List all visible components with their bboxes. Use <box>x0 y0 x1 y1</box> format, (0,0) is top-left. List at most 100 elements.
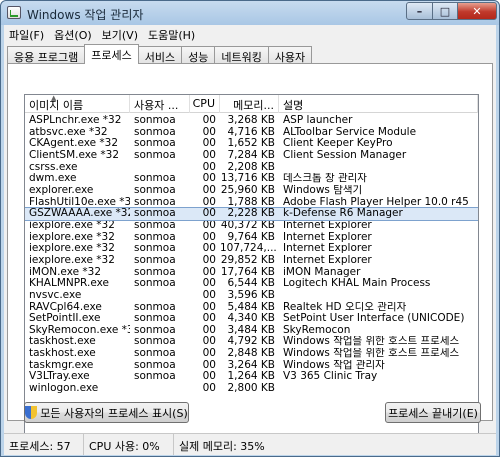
process-row[interactable]: nvsvc.exe 00 3,596 KB <box>25 290 478 302</box>
process-list-header: 이미지 이름 ▲ 사용자 ... CPU 메모리... 설명 <box>25 95 478 113</box>
process-description: Logitech KHAL Main Process <box>283 278 431 290</box>
process-description: SkyRemocon <box>283 324 351 336</box>
process-cpu: 00 <box>202 301 216 313</box>
process-user-name <box>130 290 190 302</box>
process-user-name: sonmoa <box>134 254 176 266</box>
process-row[interactable]: GSZWAAAA.exe *32 sonmoa 00 2,228 KB k-Defens… <box>25 207 478 221</box>
process-memory: 2,848 KB <box>227 348 276 360</box>
process-description: Windows 탐색기 <box>283 184 363 196</box>
process-cpu: 00 <box>202 184 216 196</box>
process-description: Internet Explorer <box>283 219 372 231</box>
process-row[interactable]: explorer.exe sonmoa 00 25,960 KB Windows 탐색기 <box>25 185 478 197</box>
column-header-cpu[interactable]: CPU <box>190 95 220 113</box>
process-image-name: taskmgr.exe <box>29 359 94 371</box>
process-description <box>279 383 478 395</box>
process-cpu: 00 <box>202 359 216 371</box>
process-image-name: explorer.exe <box>29 184 94 196</box>
tab-processes[interactable]: 프로세스 <box>84 44 139 64</box>
process-cpu: 00 <box>202 115 216 126</box>
show-all-users-processes-button[interactable]: 모든 사용자의 프로세스 표시(S) <box>24 402 189 423</box>
process-cpu: 00 <box>202 243 216 255</box>
process-row[interactable]: iexplore.exe *32 sonmoa 00 40,372 KB Interne… <box>25 220 478 232</box>
menu-file[interactable]: 파일(F) <box>4 25 49 43</box>
process-row[interactable]: KHALMNPR.exe sonmoa 00 6,544 KB Logitech KHA… <box>25 278 478 290</box>
process-image-name: winlogon.exe <box>29 383 99 395</box>
process-user-name: sonmoa <box>134 324 176 336</box>
process-user-name: sonmoa <box>134 208 176 220</box>
uac-shield-icon <box>25 406 38 419</box>
process-row[interactable]: iexplore.exe *32 sonmoa 00 29,852 KB Interne… <box>25 255 478 267</box>
column-header-user[interactable]: 사용자 ... <box>130 95 190 113</box>
process-row[interactable]: taskhost.exe sonmoa 00 2,848 KB Windows 작업을 … <box>25 348 478 360</box>
title-bar[interactable]: Windows 작업 관리자 – □ ✕ <box>1 1 499 25</box>
column-header-memory[interactable]: 메모리... <box>220 95 279 113</box>
process-image-name: atbsvc.exe *32 <box>29 126 108 138</box>
process-row[interactable]: V3LTray.exe sonmoa 00 1,264 KB V3 365 Clinic… <box>25 371 478 383</box>
tab-networking[interactable]: 네트워킹 <box>214 46 269 64</box>
process-row[interactable]: RAVCpl64.exe sonmoa 00 5,484 KB Realtek HD 오… <box>25 302 478 314</box>
process-user-name: sonmoa <box>134 184 176 196</box>
process-user-name: sonmoa <box>134 301 176 313</box>
process-cpu: 00 <box>202 289 216 301</box>
process-row[interactable]: taskmgr.exe sonmoa 00 3,264 KB Windows 작업 관리… <box>25 360 478 372</box>
process-cpu: 00 <box>202 219 216 231</box>
process-image-name: ClientSM.exe *32 <box>29 149 120 161</box>
process-row[interactable]: iexplore.exe *32 sonmoa 00 9,764 KB Internet… <box>25 232 478 244</box>
process-row[interactable]: CKAgent.exe *32 sonmoa 00 1,652 KB Client Ke… <box>25 138 478 150</box>
sort-arrow-icon: ▲ <box>51 95 57 102</box>
tab-performance[interactable]: 성능 <box>181 46 216 64</box>
process-image-name: dwm.exe <box>29 173 77 185</box>
process-list[interactable]: 이미지 이름 ▲ 사용자 ... CPU 메모리... 설명 ASPLnchr.… <box>24 94 479 449</box>
task-manager-window: Windows 작업 관리자 – □ ✕ 파일(F) 옵션(O) 보기(V) 도… <box>0 0 500 457</box>
process-row[interactable]: iMON.exe *32 sonmoa 00 17,764 KB iMON Manage… <box>25 267 478 279</box>
process-cpu: 00 <box>202 324 216 336</box>
process-description: iMON Manager <box>283 266 361 278</box>
tab-services[interactable]: 서비스 <box>137 46 183 64</box>
minimize-button[interactable]: – <box>406 2 433 20</box>
process-user-name: sonmoa <box>134 126 176 138</box>
process-row[interactable]: csrss.exe 00 2,208 KB <box>25 162 478 174</box>
process-cpu: 00 <box>202 278 216 290</box>
menu-options[interactable]: 옵션(O) <box>49 25 96 43</box>
process-row[interactable]: iexplore.exe *32 sonmoa 00 107,724,... Inter… <box>25 243 478 255</box>
process-memory: 29,852 KB <box>220 254 275 266</box>
process-user-name: sonmoa <box>134 149 176 161</box>
menu-view[interactable]: 보기(V) <box>97 25 143 43</box>
process-memory: 17,764 KB <box>220 266 275 278</box>
process-image-name: GSZWAAAA.exe *32 <box>29 208 130 220</box>
process-memory: 1,788 KB <box>227 196 276 208</box>
process-memory: 4,340 KB <box>227 313 276 325</box>
process-memory: 7,284 KB <box>227 149 276 161</box>
process-memory: 2,800 KB <box>227 383 276 395</box>
close-button[interactable]: ✕ <box>457 2 497 20</box>
show-all-users-processes-label: 모든 사용자의 프로세스 표시(S) <box>40 406 188 420</box>
process-row[interactable]: dwm.exe sonmoa 00 13,716 KB 데스크톱 창 관리자 <box>25 173 478 185</box>
process-cpu: 00 <box>202 336 216 348</box>
column-header-image-name[interactable]: 이미지 이름 ▲ <box>25 95 130 113</box>
process-user-name: sonmoa <box>134 348 176 360</box>
process-description: Client Session Manager <box>283 149 407 161</box>
process-row[interactable]: FlashUtil10e.exe *32 sonmoa 00 1,788 KB Adob… <box>25 197 478 209</box>
process-row[interactable]: ASPLnchr.exe *32 sonmoa 00 3,268 KB ASP laun… <box>25 115 478 127</box>
process-row[interactable]: SkyRemocon.exe *32 sonmoa 00 3,484 KB SkyRem… <box>25 325 478 337</box>
process-row[interactable]: taskhost.exe sonmoa 00 4,792 KB Windows 작업을 … <box>25 336 478 348</box>
process-cpu: 00 <box>202 126 216 138</box>
process-cpu: 00 <box>202 161 216 173</box>
process-row[interactable]: winlogon.exe 00 2,800 KB <box>25 383 478 395</box>
menu-help[interactable]: 도움말(H) <box>143 25 200 43</box>
process-list-body: ASPLnchr.exe *32 sonmoa 00 3,268 KB ASP laun… <box>25 115 478 395</box>
window-title: Windows 작업 관리자 <box>27 8 144 22</box>
status-physical-memory: 실제 메모리: 35% <box>179 440 265 453</box>
maximize-button[interactable]: □ <box>432 2 458 20</box>
tab-applications[interactable]: 응용 프로그램 <box>7 46 86 64</box>
tab-users[interactable]: 사용자 <box>267 46 313 64</box>
client-area: 파일(F) 옵션(O) 보기(V) 도움말(H) 응용 프로그램 프로세스 서비… <box>4 25 496 455</box>
process-description: Windows 작업 관리자 <box>283 359 385 371</box>
process-description: Client Keeper KeyPro <box>283 138 393 150</box>
column-header-description[interactable]: 설명 <box>279 95 478 113</box>
process-row[interactable]: SetPointII.exe sonmoa 00 4,340 KB SetPoint U… <box>25 313 478 325</box>
process-memory: 3,596 KB <box>227 289 276 301</box>
process-row[interactable]: atbsvc.exe *32 sonmoa 00 4,716 KB ALToolbar … <box>25 127 478 139</box>
process-row[interactable]: ClientSM.exe *32 sonmoa 00 7,284 KB Client S… <box>25 150 478 162</box>
end-process-button[interactable]: 프로세스 끝내기(E) <box>385 402 481 423</box>
